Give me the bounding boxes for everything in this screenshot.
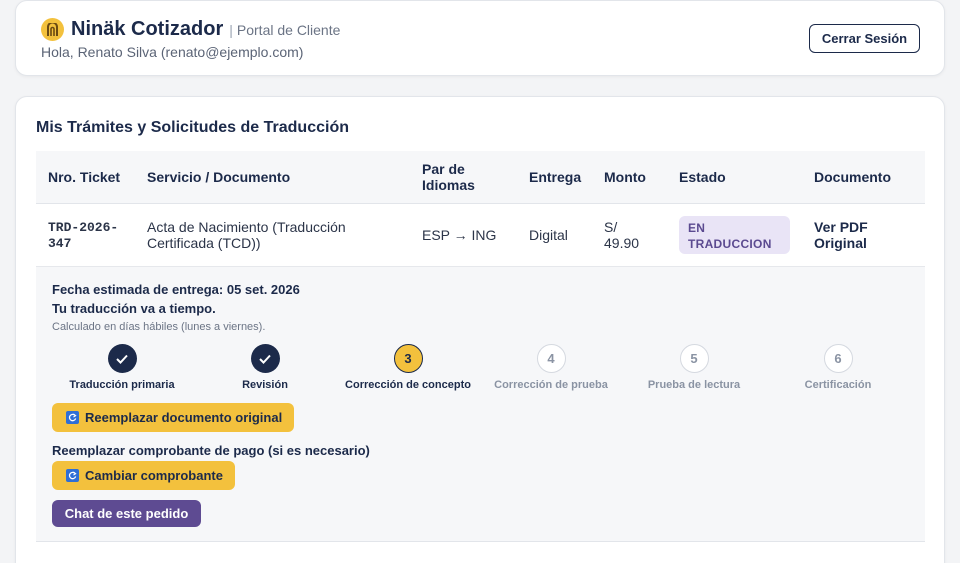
column-header-status: Estado <box>679 169 726 185</box>
logout-button[interactable]: Cerrar Sesión <box>809 24 920 53</box>
step-label: Corrección de concepto <box>345 379 471 391</box>
on-time-message: Tu traducción va a tiempo. <box>52 301 216 316</box>
table-row[interactable]: TRD-2026- 347 Acta de Nacimiento (Traduc… <box>36 204 925 267</box>
requests-table: Nro. Ticket Servicio / Documento Par de … <box>36 151 925 267</box>
column-header-delivery: Entrega <box>529 169 582 185</box>
check-icon <box>250 344 280 373</box>
requests-card: Mis Trámites y Solicitudes de Traducción… <box>15 96 945 563</box>
column-header-ticket: Nro. Ticket <box>48 169 121 185</box>
replace-document-button[interactable]: Reemplazar documento original <box>52 403 295 432</box>
change-receipt-label: Cambiar comprobante <box>85 468 223 483</box>
refresh-icon <box>66 411 79 424</box>
translation-logo-icon <box>41 18 64 41</box>
column-header-amount: Monto <box>604 169 646 185</box>
step-label: Certificación <box>804 379 872 391</box>
amount: S/ 49.90 <box>604 219 640 251</box>
column-header-languages: Par de Idiomas <box>422 161 475 193</box>
delivery-type: Digital <box>529 227 568 243</box>
step-label: Traducción primaria <box>69 379 175 391</box>
brand-name: Ninäk Cotizador <box>71 18 224 40</box>
progress-step-4: 4 Corrección de prueba <box>476 344 626 391</box>
progress-step-1: Traducción primaria <box>47 344 197 391</box>
table-header: Nro. Ticket Servicio / Documento Par de … <box>36 151 925 204</box>
replace-payment-label: Reemplazar comprobante de pago (si es ne… <box>52 443 370 458</box>
business-days-note: Calculado en días hábiles (lunes a viern… <box>52 321 266 333</box>
language-pair: ESP → ING <box>422 227 497 243</box>
check-icon <box>107 344 137 373</box>
view-pdf-link[interactable]: Ver PDF Original <box>814 219 868 251</box>
step-number: 6 <box>823 344 853 373</box>
progress-step-2: Revisión <box>190 344 340 391</box>
order-chat-button[interactable]: Chat de este pedido <box>52 500 201 527</box>
replace-document-label: Reemplazar documento original <box>85 410 283 425</box>
step-label: Corrección de prueba <box>494 379 608 391</box>
brand: Ninäk Cotizador | Portal de Cliente <box>41 18 340 41</box>
step-label: Revisión <box>242 379 288 391</box>
order-detail-panel: Fecha estimada de entrega: 05 set. 2026 … <box>36 267 925 542</box>
step-number: 5 <box>679 344 709 373</box>
column-header-document: Documento <box>814 169 891 185</box>
progress-step-5: 5 Prueba de lectura <box>619 344 769 391</box>
user-greeting: Hola, Renato Silva (renato@ejemplo.com) <box>41 44 304 60</box>
step-label: Prueba de lectura <box>647 379 741 391</box>
step-number: 3 <box>393 344 423 373</box>
page-title: Mis Trámites y Solicitudes de Traducción <box>36 119 349 136</box>
brand-separator: | <box>229 21 233 38</box>
change-receipt-button[interactable]: Cambiar comprobante <box>52 461 235 490</box>
status-badge: EN TRADUCCION <box>679 216 790 254</box>
service-name: Acta de Nacimiento (Traducción Certifica… <box>147 219 346 251</box>
ticket-number: TRD-2026- 347 <box>48 220 119 251</box>
header-card: Ninäk Cotizador | Portal de Cliente Hola… <box>15 0 945 76</box>
estimated-delivery-date: Fecha estimada de entrega: 05 set. 2026 <box>52 282 300 297</box>
portal-label: Portal de Cliente <box>236 21 341 38</box>
progress-step-3: 3 Corrección de concepto <box>333 344 483 391</box>
column-header-service: Servicio / Documento <box>147 169 291 185</box>
step-number: 4 <box>536 344 566 373</box>
progress-step-6: 6 Certificación <box>763 344 913 391</box>
refresh-icon <box>66 469 79 482</box>
